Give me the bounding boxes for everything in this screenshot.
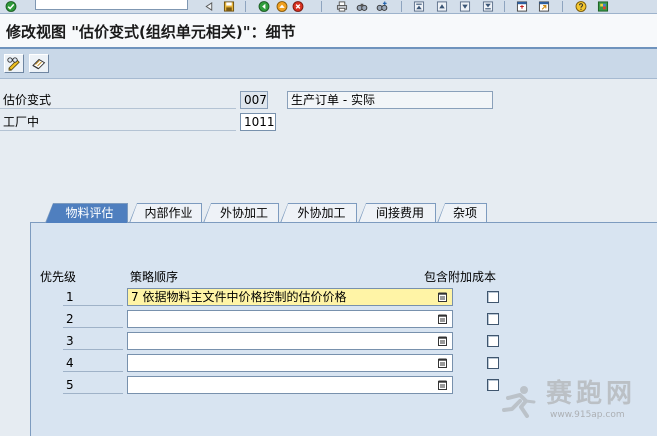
- tab-miscellaneous[interactable]: 杂项: [437, 203, 487, 223]
- next-page-icon[interactable]: [459, 1, 471, 12]
- valuation-variant-label: 估价变式: [0, 92, 236, 109]
- tab-label: 内部作业: [144, 206, 193, 220]
- create-session-icon[interactable]: [516, 1, 528, 12]
- display-change-icon: [7, 57, 20, 71]
- tab-label: 外协加工: [297, 206, 346, 220]
- tab-label: 外协加工: [219, 206, 268, 220]
- tab-label: 杂项: [452, 206, 477, 220]
- strategy-field[interactable]: [127, 310, 453, 328]
- include-additive-costs-checkbox[interactable]: [487, 313, 499, 325]
- create-shortcut-icon[interactable]: [538, 1, 550, 12]
- other-entry-button[interactable]: [29, 54, 49, 73]
- back-icon[interactable]: [258, 1, 270, 12]
- column-header-priority: 优先级: [40, 270, 77, 284]
- column-header-strategy: 策略顺序: [130, 270, 179, 284]
- priority-cell: 3: [63, 332, 123, 350]
- plant-field[interactable]: 1011: [240, 113, 276, 131]
- strategy-field[interactable]: 7 依据物料主文件中价格控制的估价价格: [127, 288, 453, 306]
- tab-material-valuation[interactable]: 物料评估: [45, 203, 128, 223]
- valuation-variant-code: 007: [240, 91, 268, 109]
- toolbar-separator: [562, 1, 563, 12]
- tab-internal-activities[interactable]: 内部作业: [129, 203, 202, 223]
- plant-label: 工厂中: [0, 114, 236, 131]
- cancel-icon[interactable]: [292, 1, 304, 12]
- previous-page-icon[interactable]: [436, 1, 448, 12]
- save-icon[interactable]: [223, 1, 235, 12]
- priority-cell: 2: [63, 310, 123, 328]
- value-help-icon[interactable]: [438, 358, 447, 368]
- display-change-button[interactable]: [4, 54, 24, 73]
- watermark-brand: 赛跑网: [546, 379, 637, 409]
- tab-subcontracting-1[interactable]: 外协加工: [203, 203, 279, 223]
- value-help-icon[interactable]: [438, 314, 447, 324]
- application-toolbar: [0, 49, 657, 79]
- include-additive-costs-checkbox[interactable]: [487, 335, 499, 347]
- priority-cell: 1: [63, 288, 123, 306]
- strategy-field[interactable]: [127, 354, 453, 372]
- last-page-icon[interactable]: [482, 1, 494, 12]
- value-help-icon[interactable]: [438, 292, 447, 302]
- toolbar-separator: [245, 1, 246, 12]
- strategy-value: 7 依据物料主文件中价格控制的估价价格: [131, 290, 347, 304]
- watermark-runner-logo: [502, 386, 536, 418]
- system-toolbar: [0, 0, 657, 14]
- toolbar-separator: [321, 1, 322, 12]
- tab-overhead[interactable]: 间接费用: [358, 203, 436, 223]
- watermark-url: www.915ap.com: [550, 410, 625, 420]
- strategy-field[interactable]: [127, 376, 453, 394]
- command-field[interactable]: [35, 0, 188, 10]
- priority-cell: 5: [63, 376, 123, 394]
- enter-icon[interactable]: [5, 1, 17, 12]
- find-icon[interactable]: [356, 1, 368, 12]
- value-help-icon[interactable]: [438, 336, 447, 346]
- strategy-field[interactable]: [127, 332, 453, 350]
- valuation-variant-description: 生产订单 - 实际: [287, 91, 493, 109]
- find-next-icon[interactable]: [376, 1, 388, 12]
- exit-icon[interactable]: [276, 1, 288, 12]
- column-header-additive-costs: 包含附加成本: [424, 270, 497, 284]
- tab-subcontracting-2[interactable]: 外协加工: [280, 203, 357, 223]
- toolbar-separator: [504, 1, 505, 12]
- page-title: 修改视图 "估价变式(组织单元相关)"：细节: [6, 23, 296, 41]
- tab-label: 间接费用: [375, 206, 424, 220]
- value-help-icon[interactable]: [438, 380, 447, 390]
- include-additive-costs-checkbox[interactable]: [487, 291, 499, 303]
- collapse-icon[interactable]: [203, 1, 215, 12]
- layout-menu-icon[interactable]: [597, 1, 609, 12]
- tab-label: 物料评估: [65, 206, 114, 220]
- other-entry-icon: [32, 58, 46, 70]
- priority-cell: 4: [63, 354, 123, 372]
- include-additive-costs-checkbox[interactable]: [487, 357, 499, 369]
- help-icon[interactable]: [575, 1, 587, 12]
- first-page-icon[interactable]: [413, 1, 425, 12]
- include-additive-costs-checkbox[interactable]: [487, 379, 499, 391]
- toolbar-separator: [401, 1, 402, 12]
- print-icon[interactable]: [336, 1, 348, 12]
